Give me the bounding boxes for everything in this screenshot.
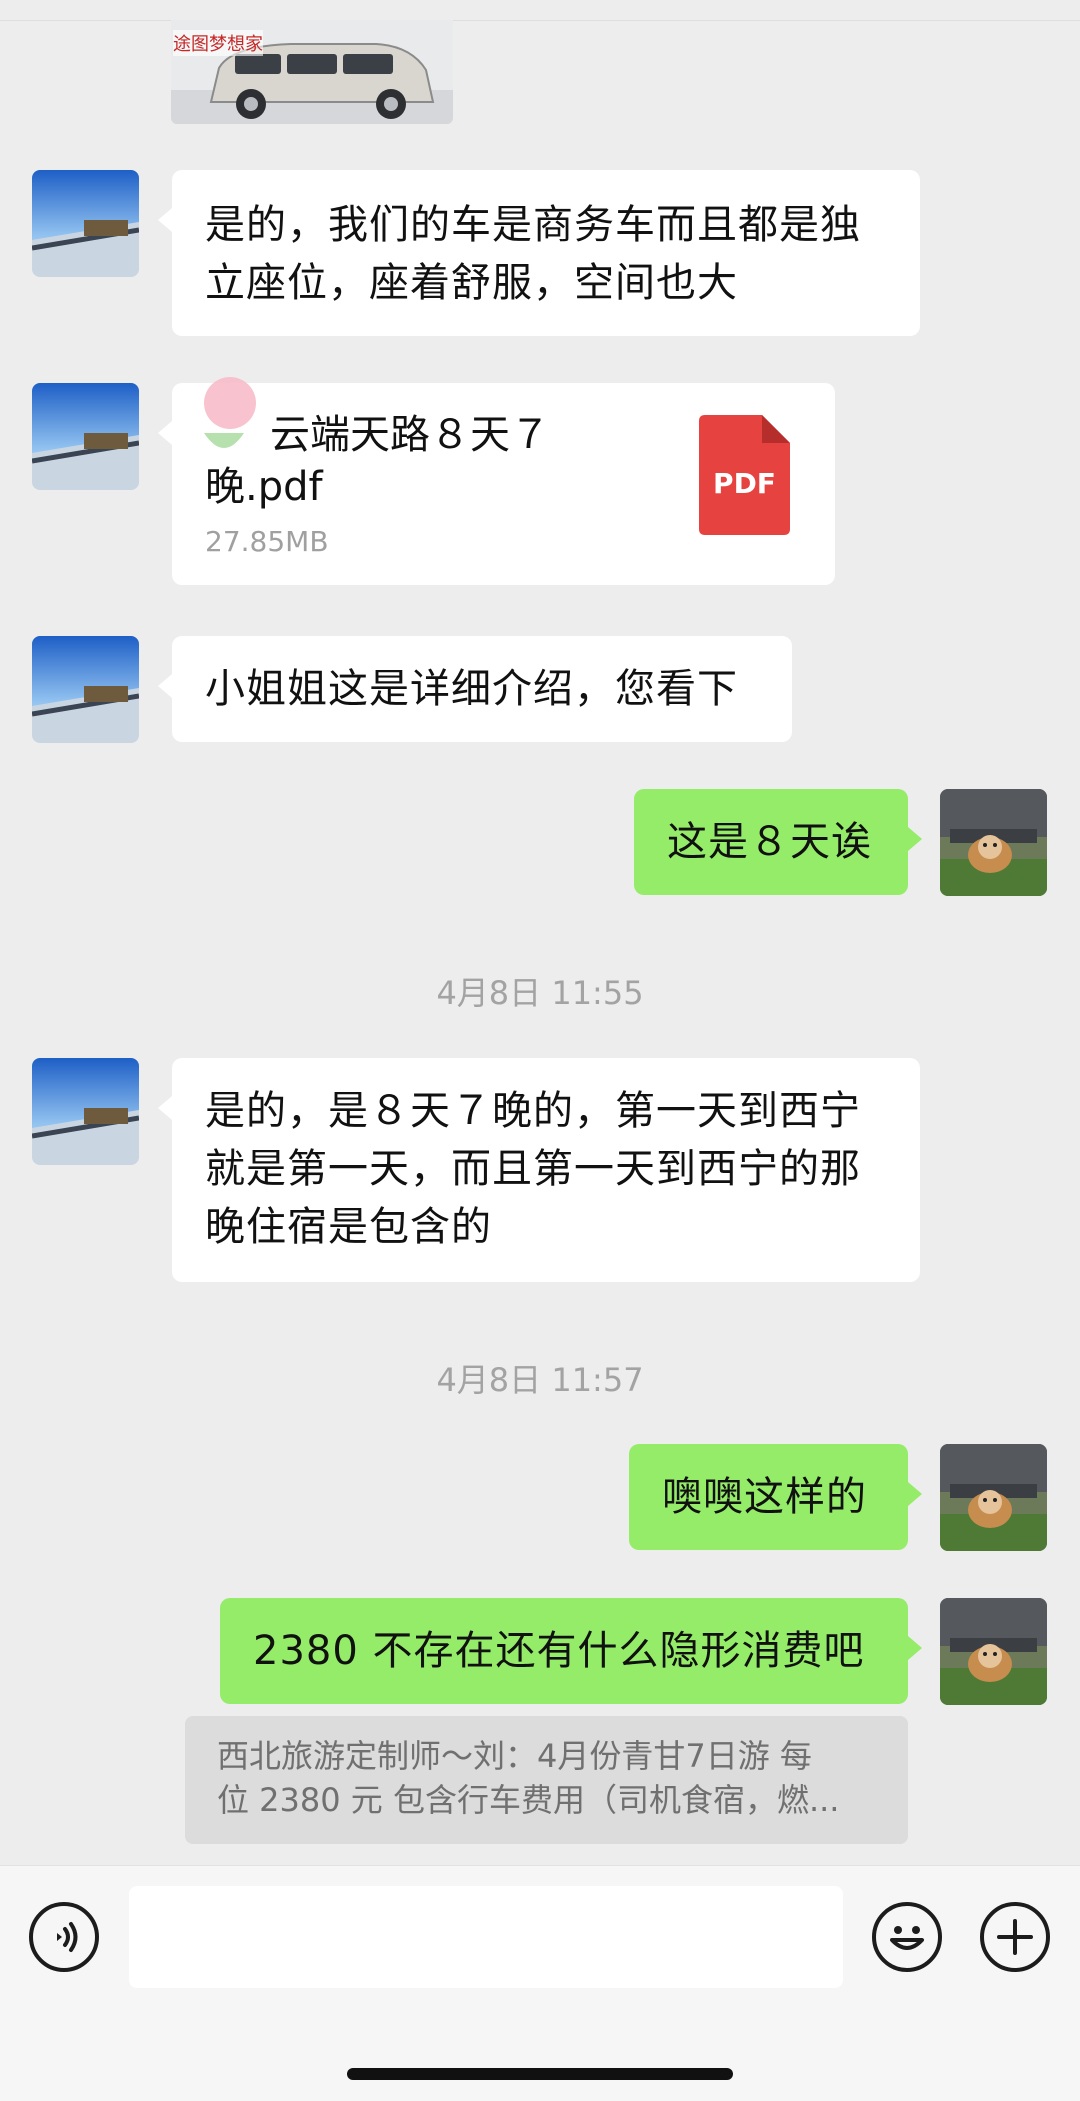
voice-button[interactable]: [29, 1902, 99, 1972]
home-indicator: [347, 2068, 733, 2080]
my-message-bubble[interactable]: 这是８天诶: [634, 789, 922, 895]
message-text: 噢噢这样的: [662, 1474, 867, 1520]
emoji-button[interactable]: [872, 1902, 942, 1972]
message-line: 晚住宿是包含的: [205, 1204, 492, 1250]
message-line: 立座位，座着舒服，空间也大: [205, 260, 738, 306]
message-bubble[interactable]: 小姐姐这是详细介绍，您看下: [158, 636, 792, 742]
voice-icon: [57, 1922, 78, 1952]
my-avatar[interactable]: [940, 1444, 1047, 1551]
file-name-line: 晚.pdf: [205, 464, 323, 510]
contact-avatar[interactable]: [32, 1058, 139, 1165]
plus-button[interactable]: [980, 1902, 1050, 1972]
message-line: 就是第一天，而且第一天到西宁的那: [205, 1146, 861, 1192]
file-name: 云端天路８天７ 晚.pdf: [205, 409, 605, 513]
file-name-line: 云端天路８天７: [270, 412, 550, 458]
quoted-message-preview[interactable]: 西北旅游定制师～刘：4月份青甘7日游 每 位 2380 元 包含行车费用（司机食…: [185, 1716, 908, 1844]
shared-image-card[interactable]: 途图梦想家: [171, 20, 453, 124]
message-text: 2380 不存在还有什么隐形消费吧: [253, 1628, 865, 1674]
file-message-card[interactable]: 云端天路８天７ 晚.pdf 27.85MB PDF: [158, 377, 835, 585]
pdf-type-label: PDF: [713, 467, 776, 500]
contact-avatar[interactable]: [32, 636, 139, 743]
my-avatar[interactable]: [940, 789, 1047, 896]
quote-line: 位 2380 元 包含行车费用（司机食宿，燃...: [217, 1781, 840, 1819]
message-input[interactable]: [129, 1886, 843, 1988]
message-bubble[interactable]: 是的，是８天７晚的，第一天到西宁 就是第一天，而且第一天到西宁的那 晚住宿是包含…: [158, 1058, 920, 1282]
top-divider: [0, 0, 1080, 21]
quote-line: 西北旅游定制师～刘：4月份青甘7日游 每: [217, 1737, 812, 1775]
message-line: 是的，是８天７晚的，第一天到西宁: [205, 1088, 861, 1134]
image-watermark: 途图梦想家: [173, 30, 263, 56]
message-text: 小姐姐这是详细介绍，您看下: [205, 666, 738, 712]
my-message-bubble[interactable]: 噢噢这样的: [629, 1444, 922, 1550]
contact-avatar[interactable]: [32, 170, 139, 277]
message-line: 是的，我们的车是商务车而且都是独: [205, 202, 861, 248]
plus-icon: [997, 1919, 1033, 1955]
chat-input-bar: [0, 1865, 1080, 2101]
message-bubble[interactable]: 是的，我们的车是商务车而且都是独 立座位，座着舒服，空间也大: [158, 170, 920, 336]
timestamp: 4月8日 11:55: [436, 974, 644, 1012]
file-size: 27.85MB: [205, 525, 329, 558]
my-message-bubble[interactable]: 2380 不存在还有什么隐形消费吧: [220, 1598, 922, 1704]
timestamp: 4月8日 11:57: [436, 1361, 644, 1399]
emoji-icon: [890, 1926, 924, 1950]
contact-avatar[interactable]: [32, 383, 139, 490]
my-avatar[interactable]: [940, 1598, 1047, 1705]
message-text: 这是８天诶: [667, 819, 872, 865]
